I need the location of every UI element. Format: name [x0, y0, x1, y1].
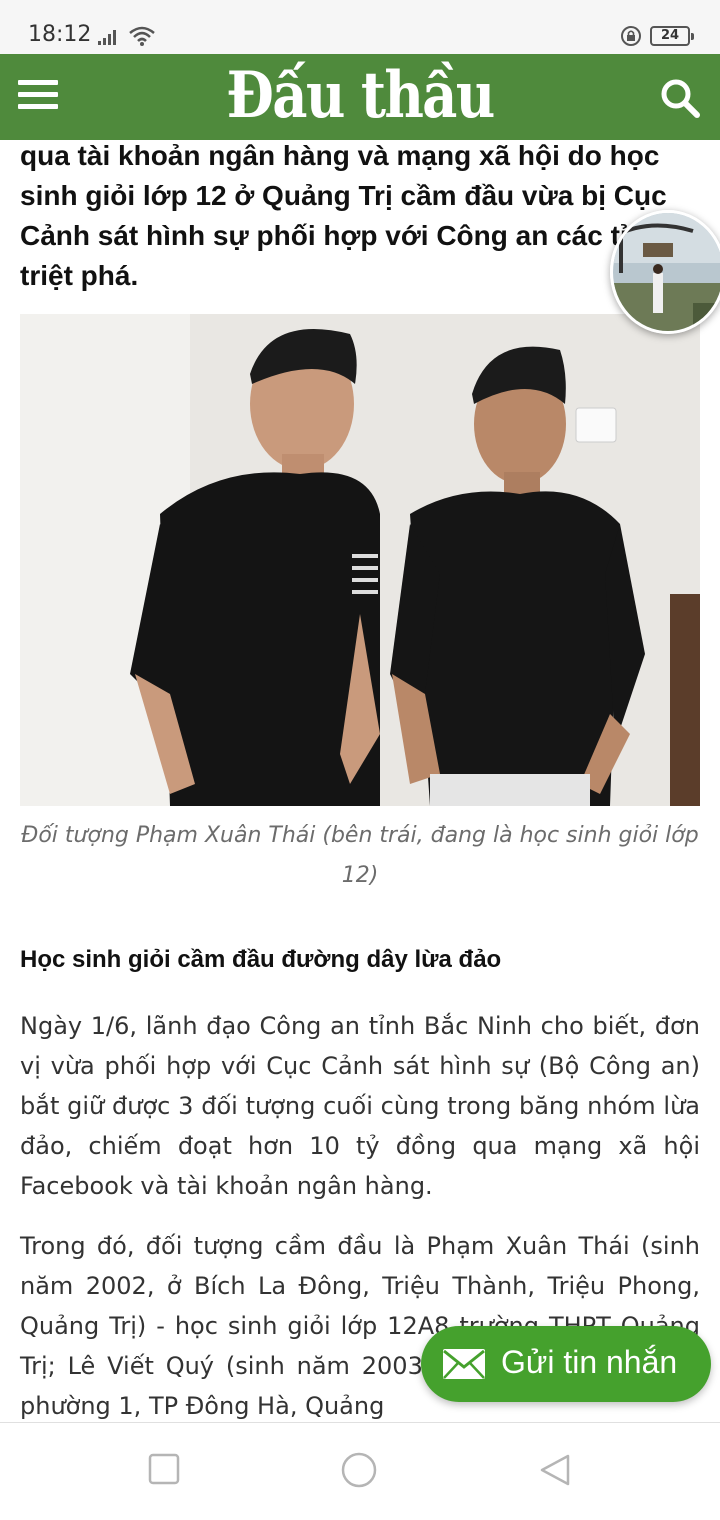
video-thumbnail-icon[interactable] — [610, 210, 720, 334]
article-paragraph: Ngày 1/6, lãnh đạo Công an tỉnh Bắc Ninh… — [20, 1012, 700, 1200]
article-sapo: qua tài khoản ngân hàng và mạng xã hội d… — [20, 140, 667, 291]
lock-rotation-icon — [621, 26, 641, 46]
photo-caption: Đối tượng Phạm Xuân Thái (bên trái, đang… — [21, 823, 699, 888]
site-logo[interactable]: Đấu thầu — [54, 60, 666, 132]
recents-square-icon[interactable] — [148, 1453, 180, 1485]
envelope-icon — [443, 1349, 485, 1379]
search-icon[interactable] — [658, 76, 702, 120]
status-bar: 18:12 24 — [0, 0, 720, 54]
hamburger-menu-icon[interactable] — [18, 80, 58, 116]
article-subheading: Học sinh giỏi cầm đầu đường dây lừa đảo — [20, 946, 502, 973]
status-time: 18:12 — [28, 22, 92, 47]
back-triangle-icon[interactable] — [538, 1453, 572, 1487]
wifi-icon — [129, 26, 155, 46]
send-message-button[interactable]: Gửi tin nhắn — [421, 1326, 711, 1402]
photo-two-men-image — [20, 314, 700, 806]
send-message-label: Gửi tin nhắn — [501, 1344, 678, 1380]
article-photo[interactable] — [20, 314, 700, 806]
signal-icon — [98, 30, 116, 45]
battery-icon: 24 — [650, 26, 694, 46]
system-nav-bar — [0, 1422, 720, 1520]
site-header: Đấu thầu — [0, 54, 720, 140]
home-circle-icon[interactable] — [340, 1451, 378, 1489]
article-content: qua tài khoản ngân hàng và mạng xã hội d… — [0, 140, 720, 1422]
